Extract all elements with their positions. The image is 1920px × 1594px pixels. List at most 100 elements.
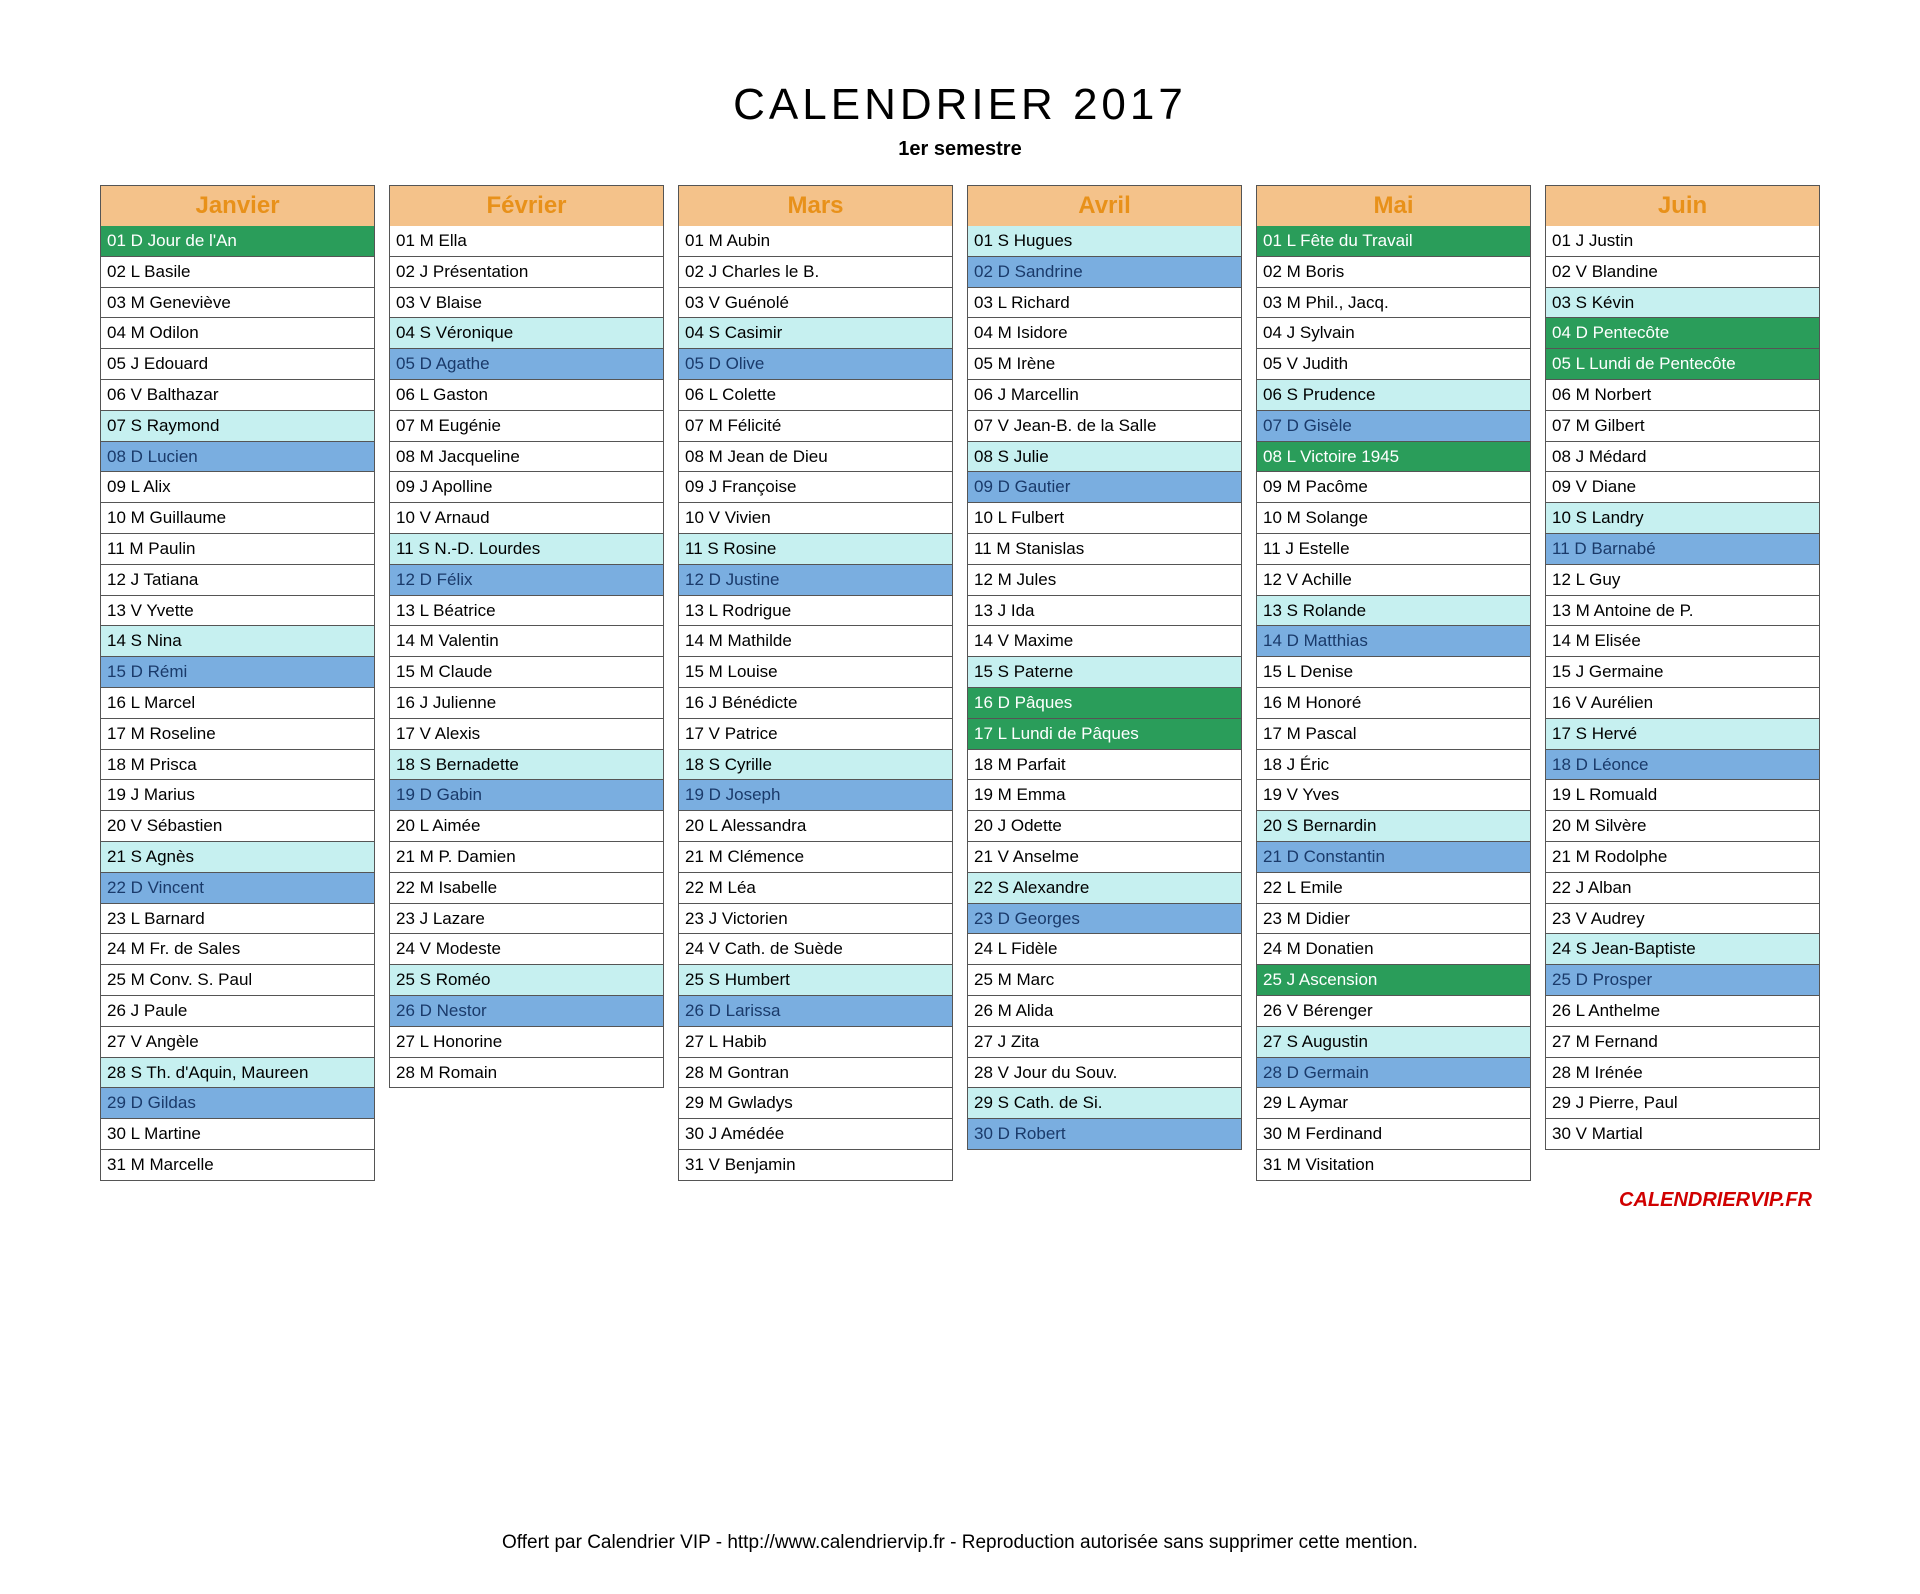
day-row: 21 M Clémence xyxy=(678,842,953,873)
day-row: 28 D Germain xyxy=(1256,1058,1531,1089)
day-row: 07 D Gisèle xyxy=(1256,411,1531,442)
day-row: 28 S Th. d'Aquin, Maureen xyxy=(100,1058,375,1089)
day-row: 22 M Isabelle xyxy=(389,873,664,904)
day-row: 17 V Patrice xyxy=(678,719,953,750)
day-row: 15 L Denise xyxy=(1256,657,1531,688)
day-row: 10 M Solange xyxy=(1256,503,1531,534)
day-row: 06 J Marcellin xyxy=(967,380,1242,411)
month-header: Janvier xyxy=(100,185,375,226)
day-row: 16 V Aurélien xyxy=(1545,688,1820,719)
day-row: 20 L Alessandra xyxy=(678,811,953,842)
month-header: Mai xyxy=(1256,185,1531,226)
day-row: 22 D Vincent xyxy=(100,873,375,904)
day-row: 13 L Rodrigue xyxy=(678,596,953,627)
day-row: 01 D Jour de l'An xyxy=(100,226,375,257)
day-row: 05 V Judith xyxy=(1256,349,1531,380)
day-row: 20 L Aimée xyxy=(389,811,664,842)
day-row: 10 M Guillaume xyxy=(100,503,375,534)
day-row: 29 D Gildas xyxy=(100,1088,375,1119)
day-row: 19 M Emma xyxy=(967,780,1242,811)
day-row: 12 M Jules xyxy=(967,565,1242,596)
day-row: 05 J Edouard xyxy=(100,349,375,380)
day-row: 07 S Raymond xyxy=(100,411,375,442)
day-row: 21 S Agnès xyxy=(100,842,375,873)
day-row: 01 M Aubin xyxy=(678,226,953,257)
day-row: 13 V Yvette xyxy=(100,596,375,627)
day-row: 24 V Modeste xyxy=(389,934,664,965)
day-row: 23 L Barnard xyxy=(100,904,375,935)
day-row: 10 V Arnaud xyxy=(389,503,664,534)
day-row: 04 S Casimir xyxy=(678,318,953,349)
day-row: 08 D Lucien xyxy=(100,442,375,473)
months-grid: Janvier01 D Jour de l'An02 L Basile03 M … xyxy=(100,185,1820,1181)
day-row: 30 V Martial xyxy=(1545,1119,1820,1150)
day-row: 06 L Gaston xyxy=(389,380,664,411)
day-row: 19 J Marius xyxy=(100,780,375,811)
day-row: 27 S Augustin xyxy=(1256,1027,1531,1058)
day-row: 03 V Blaise xyxy=(389,288,664,319)
day-row: 24 S Jean-Baptiste xyxy=(1545,934,1820,965)
day-row: 17 M Pascal xyxy=(1256,719,1531,750)
month-column: Mai01 L Fête du Travail02 M Boris03 M Ph… xyxy=(1256,185,1531,1181)
day-row: 09 M Pacôme xyxy=(1256,472,1531,503)
day-row: 23 J Lazare xyxy=(389,904,664,935)
day-row: 24 V Cath. de Suède xyxy=(678,934,953,965)
day-row: 17 V Alexis xyxy=(389,719,664,750)
day-row: 02 L Basile xyxy=(100,257,375,288)
day-row: 01 J Justin xyxy=(1545,226,1820,257)
day-row: 17 S Hervé xyxy=(1545,719,1820,750)
day-row: 07 V Jean-B. de la Salle xyxy=(967,411,1242,442)
day-row: 05 L Lundi de Pentecôte xyxy=(1545,349,1820,380)
day-row: 10 V Vivien xyxy=(678,503,953,534)
page-title: CALENDRIER 2017 xyxy=(100,80,1820,130)
day-row: 11 S N.-D. Lourdes xyxy=(389,534,664,565)
day-row: 27 V Angèle xyxy=(100,1027,375,1058)
day-row: 09 V Diane xyxy=(1545,472,1820,503)
day-row: 20 V Sébastien xyxy=(100,811,375,842)
day-row: 21 V Anselme xyxy=(967,842,1242,873)
month-header: Juin xyxy=(1545,185,1820,226)
day-row: 19 D Gabin xyxy=(389,780,664,811)
day-row: 14 V Maxime xyxy=(967,626,1242,657)
day-row: 04 J Sylvain xyxy=(1256,318,1531,349)
day-row: 11 M Stanislas xyxy=(967,534,1242,565)
footer-brand: CALENDRIERVIP.FR xyxy=(100,1189,1820,1212)
day-row: 26 V Bérenger xyxy=(1256,996,1531,1027)
day-row: 12 J Tatiana xyxy=(100,565,375,596)
day-row: 30 D Robert xyxy=(967,1119,1242,1150)
day-row: 07 M Gilbert xyxy=(1545,411,1820,442)
day-row: 27 L Habib xyxy=(678,1027,953,1058)
day-row: 22 J Alban xyxy=(1545,873,1820,904)
day-row: 12 D Justine xyxy=(678,565,953,596)
day-row: 29 L Aymar xyxy=(1256,1088,1531,1119)
day-row: 08 S Julie xyxy=(967,442,1242,473)
day-row: 03 M Geneviève xyxy=(100,288,375,319)
day-row: 09 J Apolline xyxy=(389,472,664,503)
day-row: 20 J Odette xyxy=(967,811,1242,842)
footer-note: Offert par Calendrier VIP - http://www.c… xyxy=(100,1532,1820,1554)
day-row: 03 M Phil., Jacq. xyxy=(1256,288,1531,319)
day-row: 15 D Rémi xyxy=(100,657,375,688)
day-row: 27 J Zita xyxy=(967,1027,1242,1058)
day-row: 26 M Alida xyxy=(967,996,1242,1027)
day-row: 14 M Valentin xyxy=(389,626,664,657)
day-row: 31 V Benjamin xyxy=(678,1150,953,1181)
day-row: 17 M Roseline xyxy=(100,719,375,750)
day-row: 25 D Prosper xyxy=(1545,965,1820,996)
day-row: 02 V Blandine xyxy=(1545,257,1820,288)
day-row: 18 S Bernadette xyxy=(389,750,664,781)
day-row: 13 S Rolande xyxy=(1256,596,1531,627)
day-row: 30 L Martine xyxy=(100,1119,375,1150)
day-row: 01 S Hugues xyxy=(967,226,1242,257)
day-row: 02 D Sandrine xyxy=(967,257,1242,288)
day-row: 18 J Éric xyxy=(1256,750,1531,781)
day-row: 31 M Visitation xyxy=(1256,1150,1531,1181)
day-row: 25 M Conv. S. Paul xyxy=(100,965,375,996)
day-row: 29 S Cath. de Si. xyxy=(967,1088,1242,1119)
day-row: 16 J Bénédicte xyxy=(678,688,953,719)
day-row: 31 M Marcelle xyxy=(100,1150,375,1181)
day-row: 24 M Fr. de Sales xyxy=(100,934,375,965)
day-row: 12 D Félix xyxy=(389,565,664,596)
day-row: 15 S Paterne xyxy=(967,657,1242,688)
day-row: 01 L Fête du Travail xyxy=(1256,226,1531,257)
